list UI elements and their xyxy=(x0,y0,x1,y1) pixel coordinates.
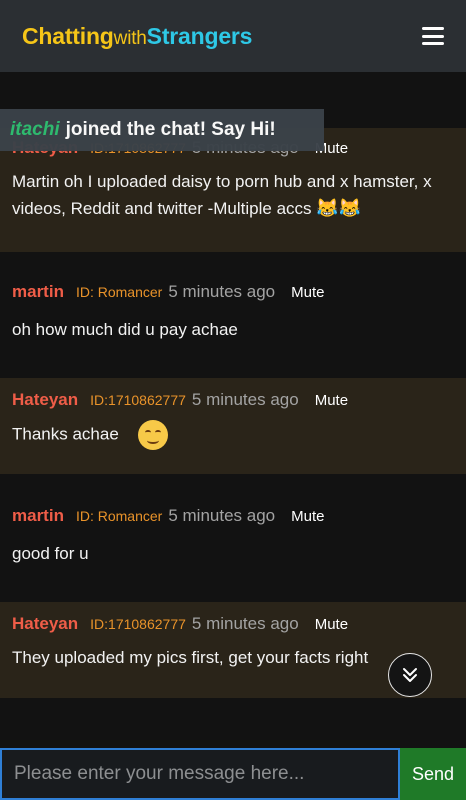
cat-joy-emoji: 😹😹 xyxy=(316,198,362,218)
message-timestamp: 5 minutes ago xyxy=(168,506,276,525)
chat-message: Hateyan ID:1710862777 5 minutes ago Mute… xyxy=(0,378,466,474)
site-logo[interactable]: ChattingwithStrangers xyxy=(22,23,252,50)
message-input[interactable] xyxy=(0,748,400,800)
scroll-to-bottom-button[interactable] xyxy=(388,653,432,697)
message-timestamp: 5 minutes ago xyxy=(191,390,299,409)
message-user-id: ID:1710862777 xyxy=(90,392,186,408)
message-text: They uploaded my pics first, get your fa… xyxy=(12,648,369,667)
chat-message: martin ID: Romancer 5 minutes ago Mute g… xyxy=(0,474,466,602)
message-username[interactable]: Hateyan xyxy=(12,390,78,410)
app-header: ChattingwithStrangers xyxy=(0,0,466,72)
message-username[interactable]: martin xyxy=(12,506,64,526)
message-timestamp: 5 minutes ago xyxy=(191,614,299,633)
logo-word-chatting: Chatting xyxy=(22,22,114,49)
mute-button[interactable]: Mute xyxy=(315,392,348,409)
message-timestamp: 5 minutes ago xyxy=(168,282,276,301)
message-username[interactable]: Hateyan xyxy=(12,614,78,634)
message-username[interactable]: martin xyxy=(12,282,64,302)
mute-button[interactable]: Mute xyxy=(291,508,324,525)
message-user-id: ID:1710862777 xyxy=(90,616,186,632)
joined-username: itachi xyxy=(10,119,60,140)
mute-button[interactable]: Mute xyxy=(291,284,324,301)
hamburger-menu-icon[interactable] xyxy=(422,27,444,45)
message-text: oh how much did u pay achae xyxy=(12,320,238,339)
logo-word-strangers: Strangers xyxy=(146,22,253,49)
message-user-id: ID: Romancer xyxy=(75,284,163,300)
logo-word-with: with xyxy=(113,27,147,49)
message-text: Martin oh I uploaded daisy to porn hub a… xyxy=(12,172,432,218)
mute-button[interactable]: Mute xyxy=(315,616,348,633)
send-button[interactable]: Send xyxy=(400,748,466,800)
smiling-face-emoji xyxy=(137,420,168,450)
double-chevron-down-icon xyxy=(403,668,417,682)
message-user-id: ID: Romancer xyxy=(75,508,163,524)
join-message: joined the chat! Say Hi! xyxy=(65,119,276,140)
message-composer: Send xyxy=(0,748,466,800)
message-text: Thanks achae xyxy=(12,424,119,444)
message-text: good for u xyxy=(12,544,89,563)
chat-feed[interactable]: Hateyan ID:1710862777 5 minutes ago Mute… xyxy=(0,72,466,732)
join-notification: itachi joined the chat! Say Hi! xyxy=(0,109,324,151)
chat-message: martin ID: Romancer 5 minutes ago Mute o… xyxy=(0,252,466,378)
